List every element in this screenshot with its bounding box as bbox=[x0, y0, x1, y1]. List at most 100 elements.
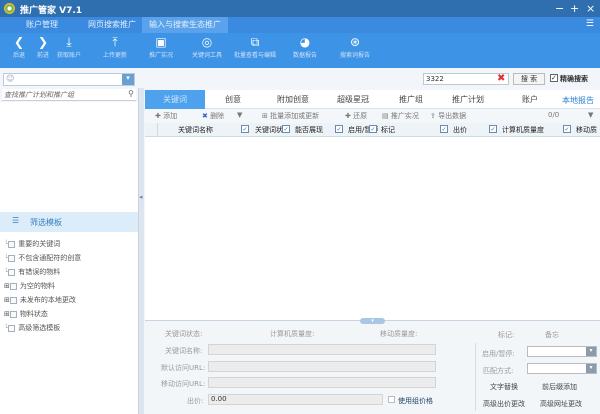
toolbar-button-upload[interactable]: ⤒ 上传更新 bbox=[92, 35, 138, 59]
tab-0[interactable]: 关键词 bbox=[145, 90, 205, 109]
target-icon: ◎ bbox=[201, 35, 213, 49]
column-filter-checkbox[interactable]: ✓ bbox=[369, 125, 377, 133]
column-filter-checkbox[interactable]: ✓ bbox=[563, 125, 571, 133]
default-url-input[interactable] bbox=[208, 361, 436, 372]
tab-4[interactable]: 推广组 bbox=[381, 90, 441, 109]
restore-button[interactable]: ✚ 还原 bbox=[345, 111, 367, 121]
toolbar-label: 批量查看与编辑 bbox=[233, 52, 276, 59]
mobile-url-input[interactable] bbox=[208, 377, 436, 388]
checkbox[interactable] bbox=[8, 240, 16, 248]
column-header[interactable]: 移动质 bbox=[576, 125, 597, 135]
local-report-link[interactable]: 本地报告 bbox=[562, 95, 594, 106]
checkbox[interactable] bbox=[9, 282, 17, 290]
tree-item[interactable]: └ 有错误的物料 bbox=[4, 267, 60, 277]
close-button[interactable]: × bbox=[586, 2, 595, 15]
clear-icon[interactable]: ✖ bbox=[497, 73, 505, 84]
download-icon: ⤓ bbox=[66, 35, 72, 49]
toolbar-button-download[interactable]: ⤓ 获取账户 bbox=[46, 35, 92, 59]
menu-icon[interactable]: ☰ bbox=[586, 19, 594, 29]
delete-button[interactable]: ✖ 删除 bbox=[202, 111, 224, 121]
checkbox[interactable] bbox=[8, 268, 16, 276]
collapse-toggle[interactable]: ▾ bbox=[360, 318, 385, 324]
toolbar-button-target[interactable]: ◎ 关键词工具 bbox=[184, 35, 230, 59]
batch-update-button[interactable]: ⊞ 批量添加或更新 bbox=[262, 111, 319, 121]
tab-input-search[interactable]: 输入与搜索生态推广 bbox=[142, 17, 228, 33]
match-select[interactable]: ▾ bbox=[527, 363, 597, 374]
tree-item[interactable]: ⊞ 物料状态 bbox=[4, 309, 48, 319]
column-filter-checkbox[interactable]: ✓ bbox=[241, 125, 249, 133]
checkbox[interactable] bbox=[9, 296, 17, 304]
tree-label: 物料状态 bbox=[19, 310, 48, 318]
column-filter-checkbox[interactable]: ✓ bbox=[335, 125, 343, 133]
tree-item[interactable]: ⊞ 未发布的本地更改 bbox=[4, 295, 76, 305]
user-icon: ☺ bbox=[6, 74, 15, 83]
column-filter-checkbox[interactable]: ✓ bbox=[440, 125, 448, 133]
toolbar-button-pie-chart[interactable]: ◕ 数据报告 bbox=[282, 35, 328, 59]
minimize-button[interactable]: − bbox=[555, 2, 564, 15]
title-bar: 推广管家 V7.1 − + × bbox=[0, 0, 600, 17]
note-label: 备忘 bbox=[545, 331, 559, 339]
match-label: 匹配方式: bbox=[483, 367, 514, 375]
monitor-icon: ▣ bbox=[155, 35, 167, 49]
delete-dropdown[interactable]: ▼ bbox=[237, 111, 242, 119]
bid-input[interactable]: 0.00 bbox=[208, 394, 383, 405]
exact-search-checkbox[interactable]: ✓ bbox=[550, 74, 558, 82]
text-replace-link[interactable]: 文字替换 bbox=[490, 382, 518, 392]
mark-label: 标记: bbox=[498, 331, 515, 339]
search-report-icon: ⊛ bbox=[349, 35, 361, 49]
tree-label: 不包含通配符的创意 bbox=[18, 254, 82, 262]
chevron-down-icon[interactable]: ▾ bbox=[122, 74, 134, 85]
column-header[interactable]: 能否展现 bbox=[295, 125, 323, 135]
tab-3[interactable]: 超级星冠 bbox=[323, 90, 383, 109]
enable-label: 启用/暂停: bbox=[482, 350, 515, 358]
column-filter-checkbox[interactable]: ✓ bbox=[489, 125, 497, 133]
keyword-status-label: 关键词状态: bbox=[165, 330, 203, 338]
checkbox[interactable] bbox=[8, 254, 16, 262]
checkbox[interactable] bbox=[8, 324, 16, 332]
tab-6[interactable]: 账户 bbox=[500, 90, 560, 109]
toolbar: ❮ 后退 ❯ 前进 ⤓ 获取账户 ⤒ 上传更新 ▣ 推广实况 ◎ 关键词工具 ⧉ 批量查看与编辑 ◕ 数据报告… bbox=[0, 33, 600, 68]
tree-label: 有错误的物料 bbox=[18, 268, 61, 276]
tree-item[interactable]: └ 高级筛选模板 bbox=[4, 323, 60, 333]
column-header[interactable]: 标记 bbox=[381, 125, 395, 135]
plan-search-input[interactable]: 查找推广计划和推广组 ⚲ bbox=[2, 89, 136, 101]
search-button[interactable]: 搜 索 bbox=[513, 73, 545, 85]
keyword-name-input[interactable] bbox=[208, 344, 436, 355]
tree-item[interactable]: └ 重要的关键词 bbox=[4, 239, 60, 249]
toolbar-label: 获取账户 bbox=[56, 52, 81, 59]
tree-item[interactable]: ⊞ 为空的物料 bbox=[4, 281, 55, 291]
add-button[interactable]: ✚ 添加 bbox=[155, 111, 177, 121]
column-header[interactable]: 计算机质量度 bbox=[502, 125, 544, 135]
prefix-suffix-link[interactable]: 前后缀添加 bbox=[542, 382, 577, 392]
use-group-price-label: 使用组价格 bbox=[398, 397, 433, 405]
mobile-quality-label: 移动质量度: bbox=[380, 330, 418, 338]
column-header[interactable]: 出价 bbox=[453, 125, 467, 135]
tab-1[interactable]: 创意 bbox=[203, 90, 263, 109]
keyword-grid[interactable] bbox=[145, 137, 600, 320]
advanced-url-link[interactable]: 高级网址更改 bbox=[540, 399, 582, 409]
column-filter-checkbox[interactable]: ✓ bbox=[282, 125, 290, 133]
preview-button[interactable]: ▤ 推广实况 bbox=[382, 111, 419, 121]
default-url-label: 默认访问URL: bbox=[161, 364, 206, 372]
tree-label: 重要的关键词 bbox=[18, 240, 61, 248]
toolbar-button-search-report[interactable]: ⊛ 搜索词报告 bbox=[332, 35, 378, 59]
checkbox[interactable] bbox=[9, 310, 17, 318]
toolbar-button-expand[interactable]: ⧉ 批量查看与编辑 bbox=[232, 35, 278, 59]
advanced-bid-link[interactable]: 高级出价更改 bbox=[483, 399, 525, 409]
column-header[interactable]: 关键词名称 bbox=[178, 125, 213, 135]
tab-5[interactable]: 推广计划 bbox=[438, 90, 498, 109]
column-menu-dropdown[interactable]: ▼ bbox=[588, 111, 593, 119]
tab-2[interactable]: 附加创意 bbox=[263, 90, 323, 109]
enable-select[interactable]: ▾ bbox=[527, 346, 597, 357]
maximize-button[interactable]: + bbox=[570, 2, 579, 15]
splitter[interactable]: ◂ bbox=[138, 88, 144, 414]
keyword-name-label: 关键词名称: bbox=[165, 347, 203, 355]
tree-item[interactable]: └ 不包含通配符的创意 bbox=[4, 253, 81, 263]
exact-search-label: 精确搜索 bbox=[560, 75, 588, 83]
use-group-price-checkbox[interactable] bbox=[388, 396, 395, 403]
toolbar-label: 关键词工具 bbox=[191, 52, 222, 59]
toolbar-button-monitor[interactable]: ▣ 推广实况 bbox=[138, 35, 184, 59]
account-selector[interactable]: ☺ ▾ bbox=[3, 73, 135, 86]
export-button[interactable]: ⇪ 导出数据 bbox=[430, 111, 466, 121]
search-icon[interactable]: ⚲ bbox=[128, 89, 134, 98]
